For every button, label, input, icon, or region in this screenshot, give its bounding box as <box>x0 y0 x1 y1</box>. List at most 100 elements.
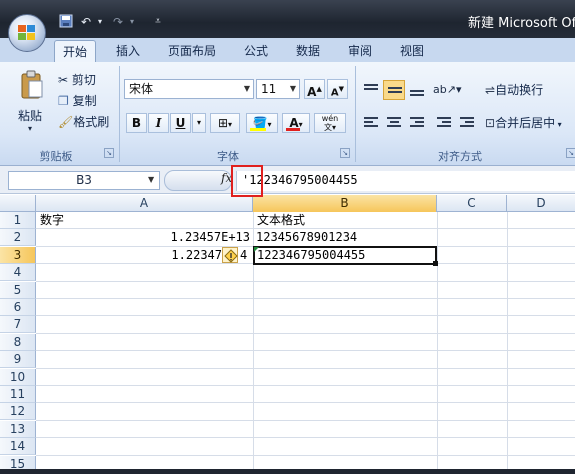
underline-button[interactable]: U <box>170 113 191 133</box>
window-bottom-edge <box>0 469 575 474</box>
font-size-value: 11 <box>261 82 277 96</box>
row-header-5[interactable]: 5 <box>0 282 36 299</box>
phonetic-button[interactable]: wén 文▾ <box>314 113 346 133</box>
active-cell-border <box>253 246 437 265</box>
align-right-icon[interactable] <box>406 113 428 133</box>
group-divider <box>119 66 120 162</box>
fill-handle[interactable] <box>433 261 438 266</box>
dialog-launcher-icon[interactable]: ↘ <box>340 148 350 158</box>
cell-b1[interactable]: 文本格式 <box>257 212 305 229</box>
save-icon[interactable] <box>58 14 74 30</box>
row-header-8[interactable]: 8 <box>0 334 36 351</box>
group-divider <box>355 66 356 162</box>
customize-qat-icon[interactable]: ⩡ <box>150 14 166 30</box>
tab-view[interactable]: 视图 <box>392 40 432 62</box>
font-size-combo[interactable]: 11 ▼ <box>256 79 300 99</box>
column-header-b[interactable]: B <box>253 195 437 212</box>
italic-button[interactable]: I <box>148 113 169 133</box>
merge-center-button[interactable]: ⊡合并后居中 ▾ <box>485 113 562 133</box>
cell-b2[interactable]: 12345678901234 <box>256 229 357 246</box>
wrap-text-button[interactable]: ⇌自动换行 <box>485 80 543 100</box>
shrink-font-button[interactable]: A▼ <box>327 79 348 99</box>
cell-a1[interactable]: 数字 <box>40 212 64 229</box>
chevron-down-icon: ▾ <box>28 124 33 133</box>
chevron-down-icon: ▼ <box>243 84 250 93</box>
dialog-launcher-icon[interactable]: ↘ <box>566 148 575 158</box>
grid-line <box>36 402 575 403</box>
cell-a3[interactable]: 1.22347 <box>160 247 222 264</box>
tab-review[interactable]: 审阅 <box>340 40 380 62</box>
align-top-icon[interactable] <box>360 80 382 100</box>
row-header-6[interactable]: 6 <box>0 299 36 316</box>
column-header-d[interactable]: D <box>507 195 575 212</box>
format-painter-button[interactable]: 🖌格式刷 <box>58 112 109 132</box>
orientation-icon[interactable]: ab↗▾ <box>433 80 463 100</box>
grid-line <box>36 437 575 438</box>
column-header-a[interactable]: A <box>36 195 253 212</box>
name-box[interactable]: B3 <box>8 171 160 190</box>
paste-label: 粘贴 <box>18 109 43 123</box>
cell-a2[interactable]: 1.23457E+13 <box>150 229 250 246</box>
tab-insert[interactable]: 插入 <box>108 40 148 62</box>
phonetic-icon: wén <box>321 114 339 123</box>
grow-font-button[interactable]: A▲ <box>304 79 325 99</box>
shrink-font-label: A <box>330 87 339 99</box>
font-name-combo[interactable]: 宋体 ▼ <box>124 79 254 99</box>
row-header-9[interactable]: 9 <box>0 351 36 368</box>
grid-line <box>36 298 575 299</box>
chevron-down-icon[interactable]: ▾ <box>124 14 140 30</box>
chevron-down-icon[interactable]: ▾ <box>92 14 108 30</box>
grid-line <box>36 350 575 351</box>
fill-color-button[interactable]: 🪣▾ <box>246 113 278 133</box>
align-center-icon[interactable] <box>383 113 405 133</box>
copy-button[interactable]: ❐ 复制 <box>58 91 97 111</box>
font-color-button[interactable]: A▾ <box>282 113 310 133</box>
row-header-11[interactable]: 11 <box>0 386 36 403</box>
border-icon: ⊞ <box>217 116 229 130</box>
tab-page-layout[interactable]: 页面布局 <box>160 40 224 62</box>
grid-line <box>507 212 508 474</box>
formula-input[interactable]: '122346795004455 <box>236 171 575 191</box>
row-header-4[interactable]: 4 <box>0 264 36 281</box>
row-header-7[interactable]: 7 <box>0 316 36 333</box>
cell-a3-tail: 4 <box>240 248 248 262</box>
grid-line <box>36 281 575 282</box>
row-header-12[interactable]: 12 <box>0 403 36 420</box>
office-button[interactable] <box>8 14 46 52</box>
chevron-down-icon: ▼ <box>289 84 296 93</box>
row-header-13[interactable]: 13 <box>0 421 36 438</box>
merge-center-label: 合并后居中 <box>495 116 556 130</box>
wrap-text-label: 自动换行 <box>495 83 544 97</box>
row-header-3[interactable]: 3 <box>0 247 36 264</box>
grid-line <box>437 212 438 474</box>
align-middle-icon[interactable] <box>383 80 405 100</box>
row-header-2[interactable]: 2 <box>0 229 36 246</box>
underline-dropdown[interactable]: ▾ <box>192 113 206 133</box>
copy-icon: ❐ <box>58 94 69 108</box>
decrease-indent-icon[interactable] <box>433 113 455 133</box>
border-button[interactable]: ⊞▾ <box>210 113 240 133</box>
cut-button[interactable]: ✂ 剪切 <box>58 70 96 90</box>
select-all-corner[interactable] <box>0 195 36 212</box>
align-bottom-icon[interactable] <box>406 80 428 100</box>
bold-button[interactable]: B <box>126 113 147 133</box>
tab-formulas[interactable]: 公式 <box>236 40 276 62</box>
row-header-14[interactable]: 14 <box>0 438 36 455</box>
row-header-10[interactable]: 10 <box>0 369 36 386</box>
increase-indent-icon[interactable] <box>456 113 478 133</box>
align-left-icon[interactable] <box>360 113 382 133</box>
tab-home[interactable]: 开始 <box>54 40 97 62</box>
row-header-1[interactable]: 1 <box>0 212 36 229</box>
tab-data[interactable]: 数据 <box>288 40 328 62</box>
grid-line <box>36 420 575 421</box>
error-indicator-icon <box>254 247 259 252</box>
merge-icon: ⊡ <box>485 116 496 130</box>
error-warning-icon[interactable] <box>222 247 238 263</box>
column-header-c[interactable]: C <box>437 195 507 212</box>
grid-line <box>36 333 575 334</box>
chevron-down-icon[interactable]: ▼ <box>148 175 154 184</box>
dialog-launcher-icon[interactable]: ↘ <box>104 148 114 158</box>
paste-button[interactable]: 粘贴 ▾ <box>16 68 50 138</box>
grid-line <box>36 368 575 369</box>
scissors-icon: ✂ <box>58 73 69 87</box>
